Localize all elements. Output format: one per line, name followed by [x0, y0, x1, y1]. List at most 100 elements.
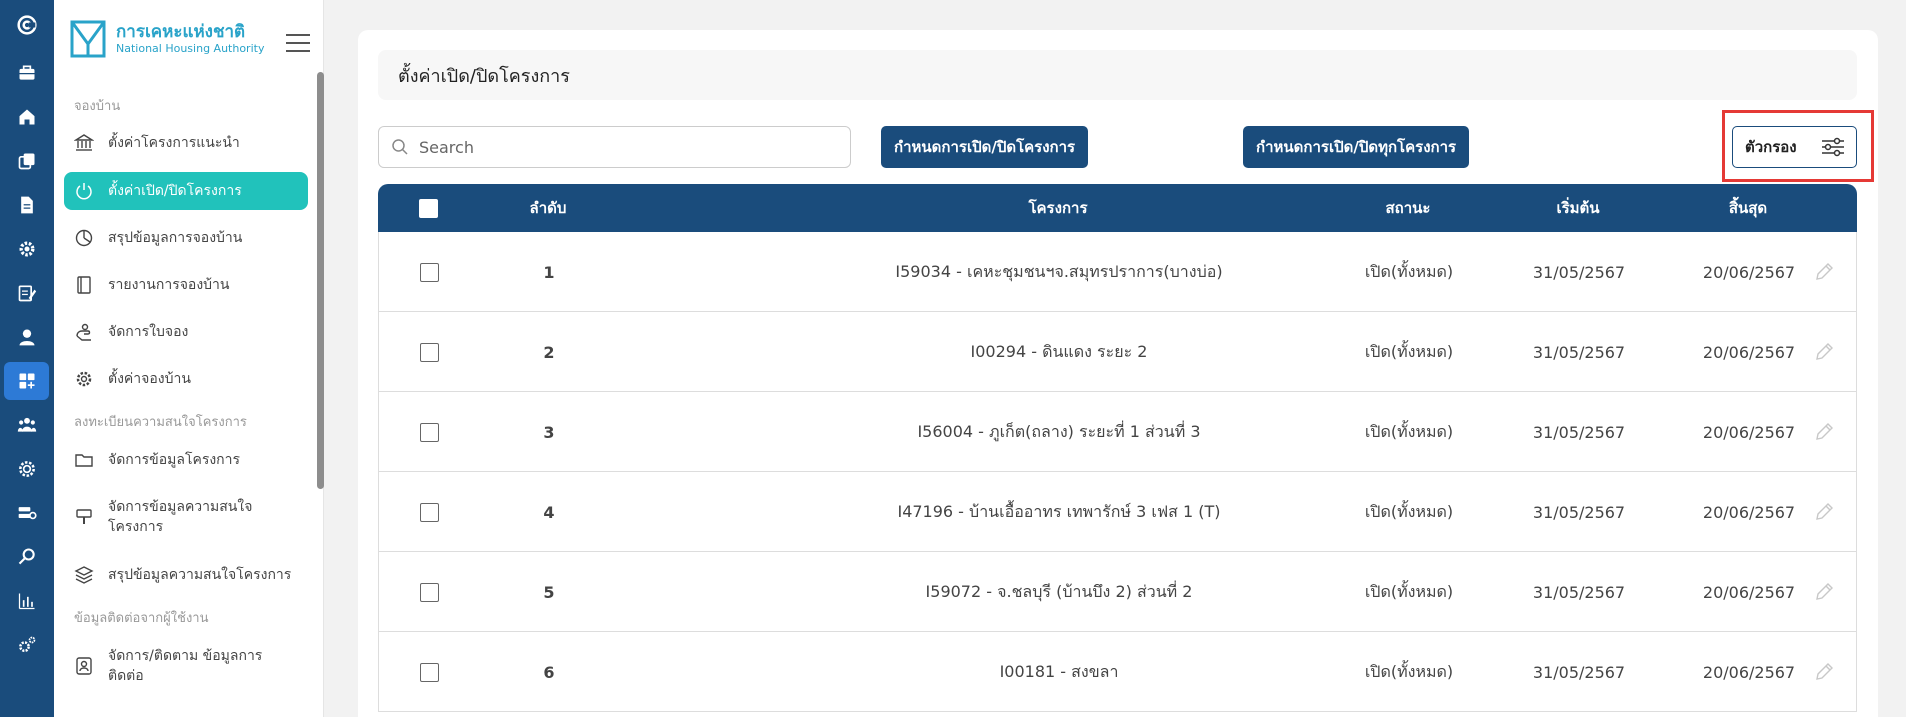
menu-label-line1: จัดการ/ติดตาม ข้อมูลการ	[108, 648, 263, 664]
menu-label: จัดการใบจอง	[108, 324, 189, 340]
user-icon[interactable]	[0, 318, 54, 356]
hand-icon	[76, 323, 91, 341]
search-input[interactable]	[419, 137, 819, 157]
menu-item-manage-interest-data[interactable]: จัดการข้อมูลความสนใจ โครงการ	[64, 495, 308, 539]
server-settings-icon[interactable]	[0, 494, 54, 532]
row-start-date: 31/05/2567	[1532, 262, 1626, 282]
power-icon	[76, 183, 92, 200]
row-num: 1	[543, 262, 555, 282]
book-icon	[77, 276, 91, 294]
row-checkbox[interactable]	[419, 582, 439, 602]
pie-chart-icon	[75, 229, 93, 247]
set-all-open-close-button[interactable]: กำหนดการเปิด/ปิดทุกโครงการ	[1243, 126, 1470, 168]
bank-icon	[74, 134, 94, 151]
header-cell-select	[398, 184, 458, 232]
menu-item-booking-summary[interactable]: สรุปข้อมูลการจองบ้าน	[64, 223, 308, 253]
menu-label-line2: ติดต่อ	[108, 668, 144, 684]
menu-label-line1: จัดการข้อมูลความสนใจ	[108, 499, 253, 515]
table-row: 6 I00181 - สงขลา เปิด(ทั้งหมด) 31/05/256…	[378, 632, 1857, 712]
projects-table: ลำดับ โครงการ สถานะ เริ่มต้น สิ้นสุด 1 I…	[378, 184, 1857, 712]
row-num: 2	[543, 342, 555, 362]
copy-icon[interactable]	[0, 142, 54, 180]
menu-item-manage-contacts[interactable]: จัดการ/ติดตาม ข้อมูลการ ติดต่อ	[64, 644, 308, 688]
brand-name-en: National Housing Authority	[116, 42, 265, 55]
row-start-date: 31/05/2567	[1532, 502, 1626, 522]
hamburger-menu-icon[interactable]	[286, 34, 310, 52]
row-start-date: 31/05/2567	[1532, 582, 1626, 602]
settings-gear-icon[interactable]	[0, 450, 54, 488]
row-num: 6	[543, 662, 555, 682]
menu-label: จัดการข้อมูลโครงการ	[108, 452, 241, 468]
table-row: 5 I59072 - จ.ชลบุรี (บ้านบึง 2) ส่วนที่ …	[378, 552, 1857, 632]
layers-icon	[74, 566, 94, 584]
menu-label-line2: โครงการ	[108, 519, 164, 535]
menu-item-booking-settings[interactable]: ตั้งค่าจองบ้าน	[64, 364, 308, 394]
section-title-interest: ลงทะเบียนความสนใจโครงการ	[74, 415, 247, 430]
menu-label: รายงานการจองบ้าน	[108, 277, 230, 293]
search-box[interactable]	[378, 126, 851, 168]
pencil-icon[interactable]	[1813, 661, 1835, 683]
settings-cog-icon[interactable]	[0, 230, 54, 268]
document-icon[interactable]	[0, 186, 54, 224]
search-icon[interactable]	[0, 538, 54, 576]
table-row: 2 I00294 - ดินแดง ระยะ 2 เปิด(ทั้งหมด) 3…	[378, 312, 1857, 392]
nha-logo-icon	[70, 20, 106, 58]
menu-item-open-close-projects[interactable]: ตั้งค่าเปิด/ปิดโครงการ	[64, 172, 308, 210]
brand-name-th: การเคหะแห่งชาติ	[116, 22, 246, 42]
row-checkbox[interactable]	[419, 662, 439, 682]
dashboard-add-icon[interactable]	[0, 362, 54, 400]
filter-button-label: ตัวกรอง	[1745, 138, 1797, 156]
contact-icon	[76, 657, 92, 675]
row-checkbox[interactable]	[419, 262, 439, 282]
row-checkbox[interactable]	[419, 342, 439, 362]
table-header: ลำดับ โครงการ สถานะ เริ่มต้น สิ้นสุด	[378, 184, 1857, 232]
menu-label: สรุปข้อมูลความสนใจโครงการ	[108, 567, 292, 583]
menu-item-manage-project-data[interactable]: จัดการข้อมูลโครงการ	[64, 445, 308, 475]
menu-label: สรุปข้อมูลการจองบ้าน	[108, 230, 243, 246]
row-checkbox[interactable]	[419, 502, 439, 522]
menu-item-manage-bookings[interactable]: จัดการใบจอง	[64, 317, 308, 347]
section-title-contact: ข้อมูลติดต่อจากผู้ใช้งาน	[74, 611, 209, 626]
gear-icon	[76, 371, 92, 387]
menu-item-booking-report[interactable]: รายงานการจองบ้าน	[64, 270, 308, 300]
sidebar-scrollbar[interactable]	[317, 72, 324, 489]
pencil-icon[interactable]	[1813, 581, 1835, 603]
menu-item-interest-summary[interactable]: สรุปข้อมูลความสนใจโครงการ	[64, 560, 308, 590]
menu-label: ตั้งค่าจองบ้าน	[108, 371, 191, 387]
settings-multi-icon[interactable]	[0, 626, 54, 664]
set-open-close-button[interactable]: กำหนดการเปิด/ปิดโครงการ	[881, 126, 1089, 168]
briefcase-icon[interactable]	[0, 54, 54, 92]
bar-chart-icon[interactable]	[0, 582, 54, 620]
table-row: 4 I47196 - บ้านเอื้ออาทร เทพารักษ์ 3 เฟส…	[378, 472, 1857, 552]
brand[interactable]: การเคหะแห่งชาติ National Housing Authori…	[70, 20, 264, 58]
page-header: ตั้งค่าเปิด/ปิดโครงการ	[378, 50, 1857, 100]
pencil-icon[interactable]	[1813, 261, 1835, 283]
row-num: 5	[543, 582, 555, 602]
row-start-date: 31/05/2567	[1532, 662, 1626, 682]
row-num: 4	[543, 502, 555, 522]
pencil-icon[interactable]	[1813, 501, 1835, 523]
menu-item-recommended-projects[interactable]: ตั้งค่าโครงการแนะนำ	[64, 128, 308, 158]
group-icon[interactable]	[0, 406, 54, 444]
edit-document-icon[interactable]	[0, 274, 54, 312]
folder-icon	[75, 454, 93, 467]
menu-label: ตั้งค่าโครงการแนะนำ	[108, 135, 240, 151]
app-logo-icon[interactable]	[0, 6, 54, 44]
header-cell-start: เริ่มต้น	[1556, 199, 1600, 217]
icon-rail	[0, 0, 54, 717]
pencil-icon[interactable]	[1813, 341, 1835, 363]
search-icon	[392, 139, 408, 155]
row-checkbox[interactable]	[419, 422, 439, 442]
table-row: 1 I59034 - เคหะชุมชนฯจ.สมุทรปราการ(บางบ่…	[378, 232, 1857, 312]
pencil-icon[interactable]	[1813, 421, 1835, 443]
sliders-icon	[1822, 137, 1844, 157]
section-title-booking: จองบ้าน	[74, 99, 121, 114]
row-num: 3	[543, 422, 555, 442]
brush-icon	[76, 509, 92, 524]
row-start-date: 31/05/2567	[1532, 422, 1626, 442]
sidebar: การเคหะแห่งชาติ National Housing Authori…	[54, 0, 324, 717]
main-card: ตั้งค่าเปิด/ปิดโครงการ กำหนดการเปิด/ปิดโ…	[358, 30, 1878, 717]
home-icon[interactable]	[0, 98, 54, 136]
filter-button[interactable]: ตัวกรอง	[1732, 126, 1857, 168]
select-all-checkbox[interactable]	[418, 198, 438, 218]
